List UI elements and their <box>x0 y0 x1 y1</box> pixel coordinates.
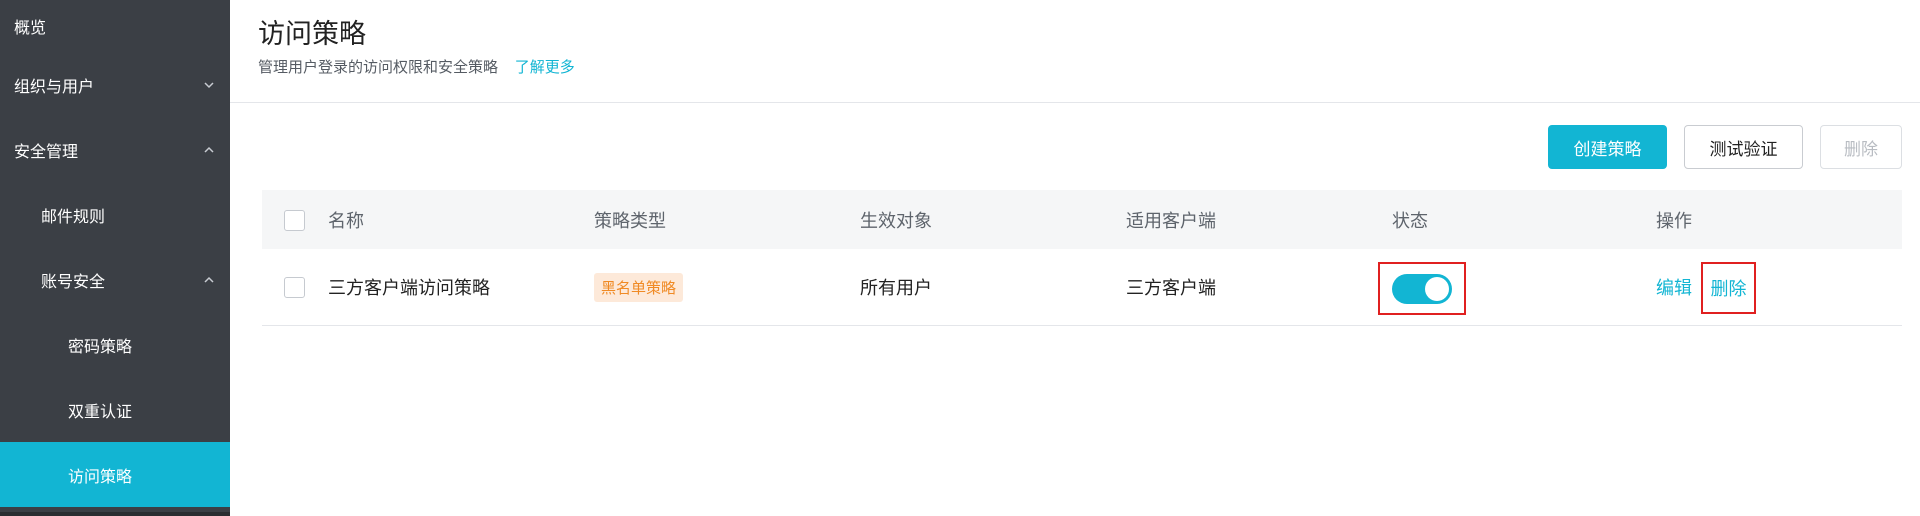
edit-link-wrap: 编辑 <box>1656 249 1692 325</box>
page-subtitle: 管理用户登录的访问权限和安全策略 <box>258 58 499 76</box>
page-title: 访问策略 <box>258 19 366 50</box>
sidebar-bottom-divider <box>0 512 230 516</box>
policy-table: 名称 策略类型 生效对象 适用客户端 状态 操作 三方客户端访问策略 黑名单策略… <box>262 190 1902 326</box>
policy-client: 三方客户端 <box>1126 278 1216 299</box>
table-header: 名称 策略类型 生效对象 适用客户端 状态 操作 <box>262 190 1902 249</box>
select-all-checkbox[interactable] <box>284 209 305 231</box>
test-verify-button[interactable]: 测试验证 <box>1684 125 1803 169</box>
sidebar-item-two-factor[interactable]: 双重认证 <box>0 377 230 442</box>
policy-name: 三方客户端访问策略 <box>328 278 490 299</box>
app-root: 概览 组织与用户 安全管理 邮件规则 账号安全 密码策略 双重认证 访问策略 访… <box>0 0 1920 516</box>
sidebar-item-label: 邮件规则 <box>41 206 106 226</box>
sidebar-item-label: 账号安全 <box>41 271 106 291</box>
learn-more-link[interactable]: 了解更多 <box>515 58 575 76</box>
chevron-up-icon <box>202 143 216 157</box>
policy-type-cell: 黑名单策略 <box>594 249 684 325</box>
sidebar-item-label: 访问策略 <box>68 466 133 486</box>
sidebar-item-org-users[interactable]: 组织与用户 <box>0 52 230 117</box>
delete-highlight-box: 删除 <box>1701 262 1756 314</box>
sidebar-item-security-mgmt[interactable]: 安全管理 <box>0 117 230 182</box>
sidebar: 概览 组织与用户 安全管理 邮件规则 账号安全 密码策略 双重认证 访问策略 <box>0 0 230 516</box>
sidebar-item-label: 双重认证 <box>68 401 133 421</box>
sidebar-item-password-policy[interactable]: 密码策略 <box>0 312 230 377</box>
policy-type-badge: 黑名单策略 <box>594 272 684 302</box>
sidebar-item-label: 组织与用户 <box>14 76 95 96</box>
table-row: 三方客户端访问策略 黑名单策略 所有用户 三方客户端 编辑 删除 <box>262 249 1902 326</box>
toggle-knob <box>1425 276 1449 301</box>
column-header-client: 适用客户端 <box>1126 210 1216 232</box>
column-header-name: 名称 <box>328 210 364 232</box>
page-subtitle-row: 管理用户登录的访问权限和安全策略 了解更多 <box>258 56 575 77</box>
column-header-type: 策略类型 <box>594 210 666 232</box>
column-header-target: 生效对象 <box>860 210 932 232</box>
status-highlight-box <box>1378 262 1466 315</box>
sidebar-item-access-policy[interactable]: 访问策略 <box>0 442 230 507</box>
page-header: 访问策略 管理用户登录的访问权限和安全策略 了解更多 <box>230 0 1920 103</box>
sidebar-item-mail-rules[interactable]: 邮件规则 <box>0 182 230 247</box>
column-header-status: 状态 <box>1392 210 1428 232</box>
column-header-actions: 操作 <box>1656 210 1692 232</box>
chevron-up-icon <box>202 273 216 287</box>
sidebar-item-account-security[interactable]: 账号安全 <box>0 247 230 312</box>
status-toggle[interactable] <box>1392 273 1452 304</box>
edit-link[interactable]: 编辑 <box>1656 274 1692 300</box>
create-policy-button[interactable]: 创建策略 <box>1548 125 1667 169</box>
sidebar-item-label: 密码策略 <box>68 336 133 356</box>
row-delete-link[interactable]: 删除 <box>1711 275 1747 301</box>
chevron-down-icon <box>202 78 216 92</box>
sidebar-item-overview[interactable]: 概览 <box>0 0 230 52</box>
policy-target: 所有用户 <box>860 278 932 299</box>
row-checkbox[interactable] <box>284 277 305 298</box>
sidebar-item-label: 安全管理 <box>14 141 79 161</box>
delete-button[interactable]: 删除 <box>1820 125 1902 169</box>
sidebar-item-label: 概览 <box>14 18 47 37</box>
